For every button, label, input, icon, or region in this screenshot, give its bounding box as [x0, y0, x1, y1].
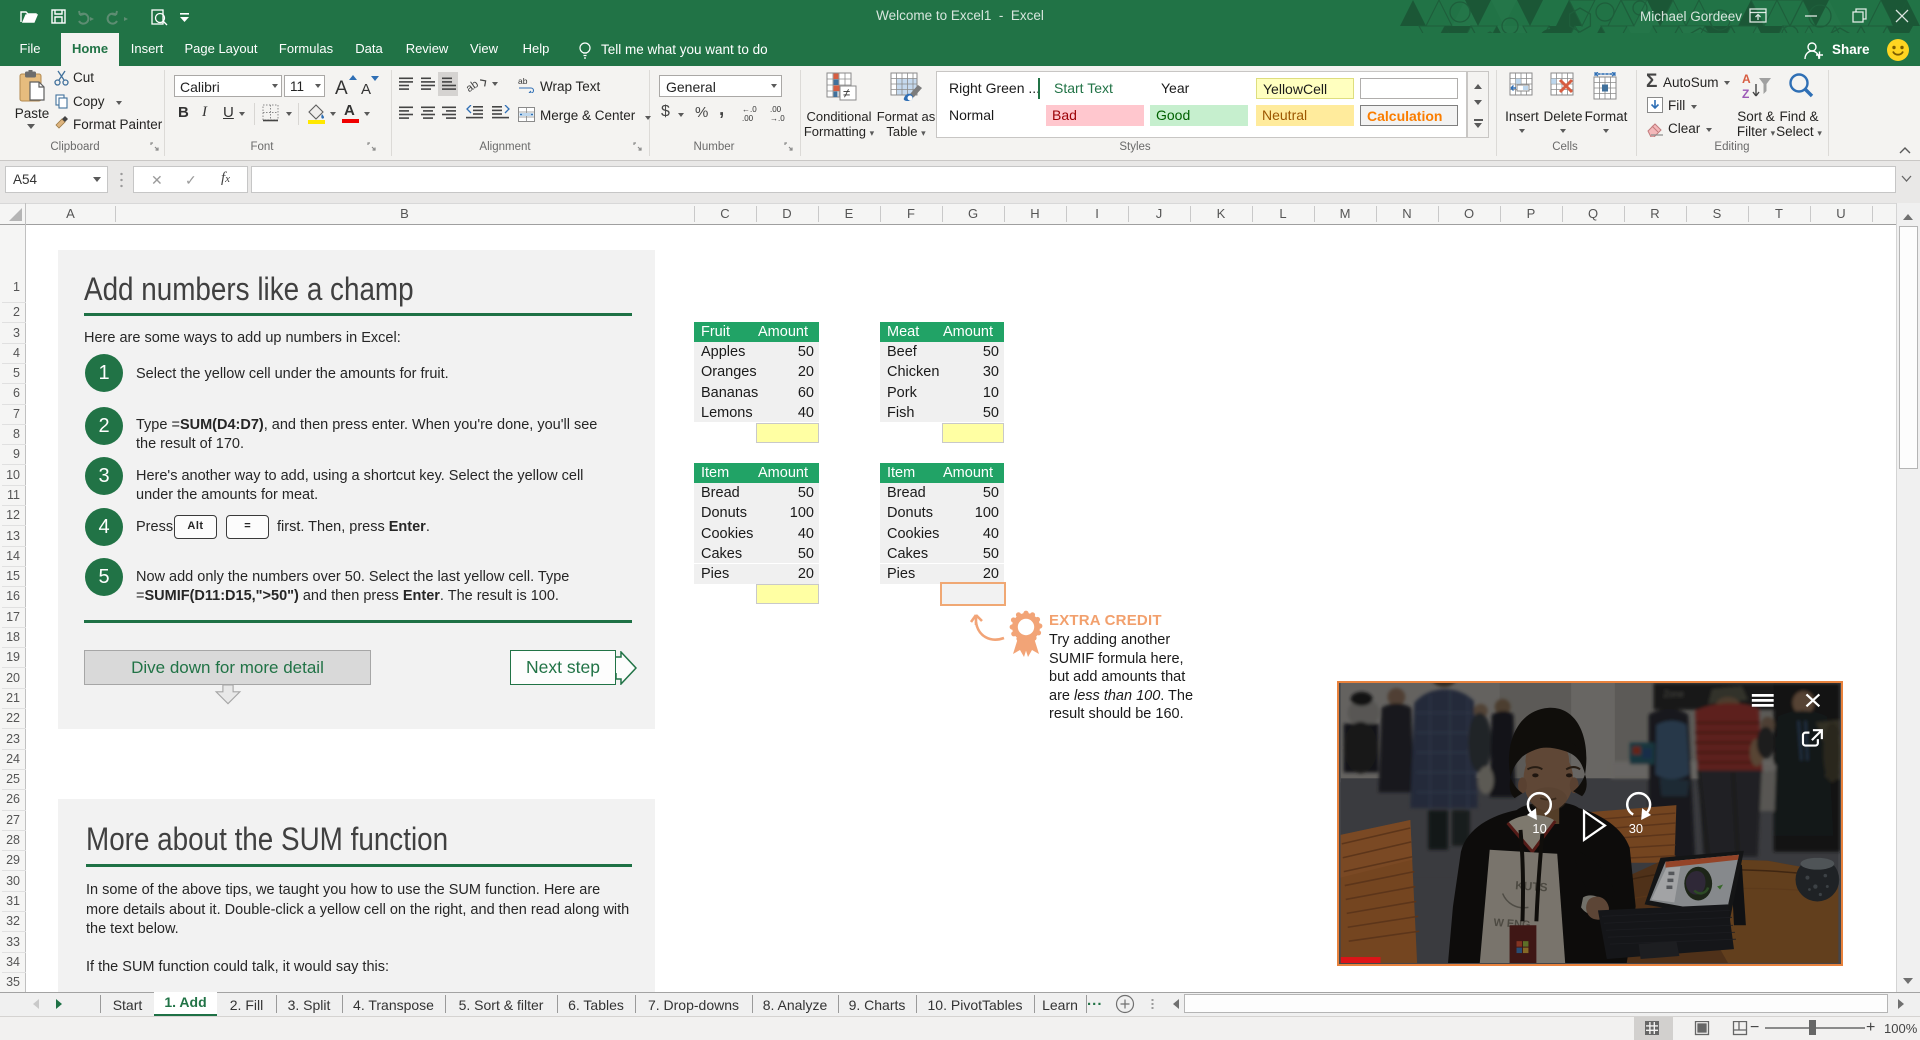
svg-text:ab: ab	[466, 78, 481, 94]
svg-text:≠: ≠	[843, 86, 850, 101]
svg-text:←.0: ←.0	[742, 105, 757, 114]
svg-text:A: A	[1742, 72, 1751, 86]
svg-text:10: 10	[1532, 821, 1546, 836]
svg-text:.00: .00	[770, 105, 782, 114]
svg-text:A: A	[335, 78, 348, 98]
svg-text:Z: Z	[1742, 87, 1749, 101]
svg-text:→.0: →.0	[770, 114, 785, 123]
svg-text:A: A	[361, 81, 371, 98]
svg-text:.00: .00	[742, 114, 754, 123]
svg-text:ab: ab	[518, 76, 528, 86]
svg-text:30: 30	[1629, 821, 1643, 836]
